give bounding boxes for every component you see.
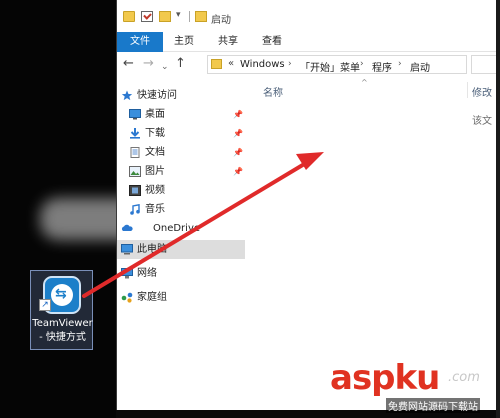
cloud-icon (121, 224, 133, 231)
nav-label: 音乐 (145, 204, 165, 215)
breadcrumb-overflow[interactable]: « (228, 58, 234, 69)
star-icon (121, 90, 133, 101)
download-icon (130, 128, 140, 139)
desktop-icon (129, 109, 141, 120)
title-divider (189, 11, 190, 22)
teamviewer-shortcut[interactable]: ↗ TeamViewer - 快捷方式 (30, 270, 93, 350)
file-explorer-window: ▾ 启动 文件 主页 共享 查看 ← → ⌄ ↑ « Windows › 「开始… (116, 0, 497, 410)
sort-indicator-icon: ^ (361, 78, 368, 87)
watermark-suffix: .com (448, 370, 480, 385)
tab-file[interactable]: 文件 (117, 32, 163, 52)
new-folder-icon[interactable] (159, 11, 171, 22)
breadcrumb-start-menu[interactable]: 「开始」菜单 (300, 59, 360, 74)
nav-label: 视频 (145, 185, 165, 196)
folder-icon (123, 11, 135, 22)
nav-item-music[interactable]: 音乐 (117, 200, 245, 219)
breadcrumb-startup[interactable]: 启动 (410, 59, 430, 74)
nav-network[interactable]: 网络 (117, 264, 245, 283)
navigation-pane: 快速访问 桌面 📌 下载 📌 文档 📌 图片 📌 视频 音乐 OneDrive … (117, 78, 245, 410)
folder-icon (211, 59, 222, 69)
music-icon (130, 204, 140, 215)
shortcut-arrow-icon: ↗ (39, 299, 51, 311)
nav-label: 文档 (145, 147, 165, 158)
search-input[interactable] (471, 55, 497, 74)
nav-item-downloads[interactable]: 下载 📌 (117, 124, 245, 143)
watermark: aspku .com 免费网站源码下载站 (330, 358, 496, 414)
folder-icon (195, 11, 207, 22)
nav-homegroup[interactable]: 家庭组 (117, 288, 245, 307)
breadcrumb-windows[interactable]: Windows (240, 59, 285, 70)
address-row: ← → ⌄ ↑ « Windows › 「开始」菜单 › 程序 › 启动 (117, 52, 497, 78)
up-arrow-icon[interactable]: ↑ (175, 57, 186, 71)
back-arrow-icon[interactable]: ← (123, 57, 134, 71)
nav-label: 桌面 (145, 109, 165, 120)
tab-share[interactable]: 共享 (213, 32, 243, 52)
nav-quick-access[interactable]: 快速访问 (117, 86, 245, 105)
homegroup-icon (121, 292, 133, 303)
pin-icon[interactable]: 📌 (233, 105, 243, 124)
watermark-brand: aspku (330, 358, 440, 398)
watermark-subtitle: 免费网站源码下载站 (386, 398, 480, 413)
breadcrumb-separator[interactable]: › (398, 59, 402, 69)
nav-label: 网络 (137, 268, 157, 279)
documents-icon (130, 147, 140, 158)
pin-icon[interactable]: 📌 (233, 124, 243, 143)
nav-item-documents[interactable]: 文档 📌 (117, 143, 245, 162)
nav-item-pictures[interactable]: 图片 📌 (117, 162, 245, 181)
breadcrumb-separator[interactable]: › (360, 59, 364, 69)
tab-view[interactable]: 查看 (257, 32, 287, 52)
computer-icon (121, 244, 133, 255)
nav-label: OneDrive (153, 223, 201, 234)
ribbon-tabs: 文件 主页 共享 查看 (117, 32, 497, 52)
pin-icon[interactable]: 📌 (233, 143, 243, 162)
address-bar[interactable]: « Windows › 「开始」菜单 › 程序 › 启动 (207, 55, 467, 74)
window-title: 启动 (211, 15, 231, 26)
pin-icon[interactable]: 📌 (233, 162, 243, 181)
nav-item-desktop[interactable]: 桌面 📌 (117, 105, 245, 124)
column-header-name[interactable]: 名称 (263, 84, 283, 99)
properties-icon[interactable] (141, 11, 153, 22)
videos-icon (129, 185, 141, 196)
nav-label: 图片 (145, 166, 165, 177)
nav-label: 快速访问 (137, 90, 177, 101)
network-icon (121, 268, 133, 279)
chevron-down-icon[interactable]: ▾ (176, 10, 181, 20)
nav-onedrive[interactable]: OneDrive (117, 219, 245, 238)
column-header-modified[interactable]: 修改 (472, 84, 492, 99)
nav-label: 此电脑 (137, 244, 167, 255)
column-divider[interactable] (467, 82, 468, 98)
breadcrumb-programs[interactable]: 程序 (372, 59, 392, 74)
title-bar: ▾ 启动 (117, 0, 497, 32)
breadcrumb-separator[interactable]: › (288, 59, 292, 69)
forward-arrow-icon[interactable]: → (143, 57, 154, 71)
nav-item-videos[interactable]: 视频 (117, 181, 245, 200)
shortcut-label: TeamViewer - 快捷方式 (32, 318, 93, 343)
nav-label: 下载 (145, 128, 165, 139)
recent-locations-icon[interactable]: ⌄ (161, 60, 169, 74)
tab-home[interactable]: 主页 (169, 32, 199, 52)
empty-folder-message: 该文 (472, 116, 492, 127)
nav-this-pc[interactable]: 此电脑 (117, 240, 245, 259)
nav-label: 家庭组 (137, 292, 167, 303)
window-edge (496, 0, 500, 418)
pictures-icon (129, 166, 141, 177)
